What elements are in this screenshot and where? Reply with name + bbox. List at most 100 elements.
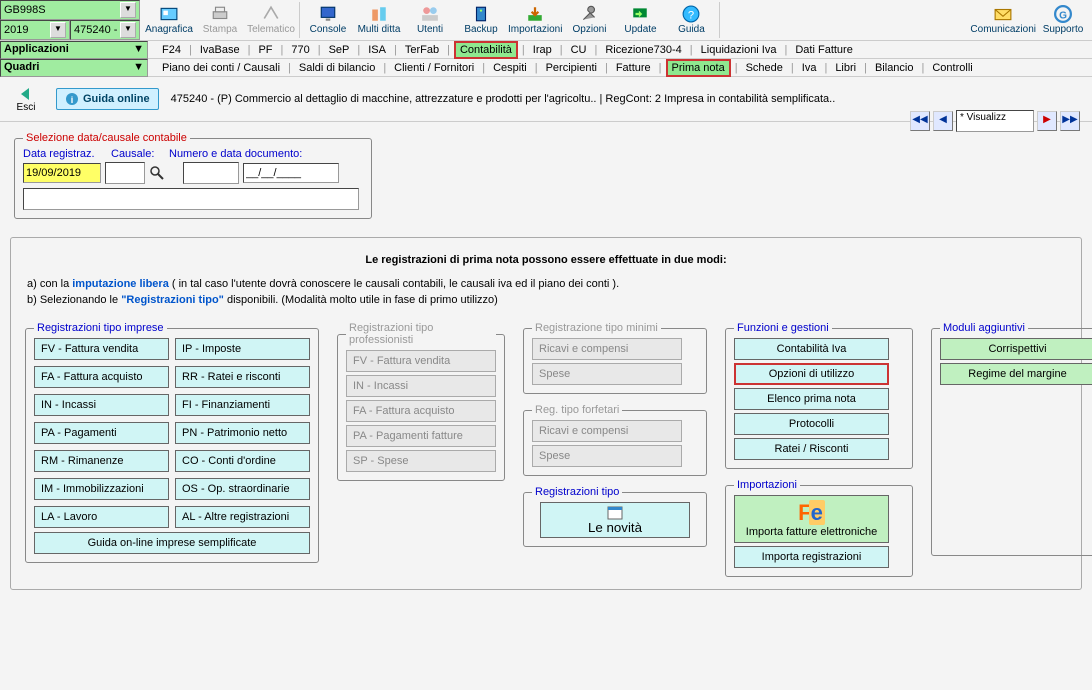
importa-fatture-button[interactable]: Fe Importa fatture elettroniche [734,495,889,543]
card-icon [160,5,178,23]
reg-imprese-button[interactable]: IM - Immobilizzazioni [34,478,169,500]
telematico-button[interactable]: Telematico [246,0,296,40]
quadri-label[interactable]: Quadri ▼ [0,59,148,77]
tab-ricezione730-4[interactable]: Ricezione730-4 [601,43,685,57]
reg-prof-button[interactable]: SP - Spese [346,450,496,472]
subtab-libri[interactable]: Libri [831,61,860,75]
reg-min-button[interactable]: Spese [532,445,682,467]
code-select[interactable]: 475240 - ▼ [70,20,140,40]
tab-pf[interactable]: PF [254,43,276,57]
subtab-controlli[interactable]: Controlli [928,61,976,75]
novita-button[interactable]: Le novità [540,502,690,538]
reg-prof-button[interactable]: IN - Incassi [346,375,496,397]
reg-forfetari-fieldset: Reg. tipo forfetari Ricavi e compensiSpe… [523,404,707,476]
supporto-button[interactable]: G Supporto [1038,0,1088,40]
funzioni-button[interactable]: Protocolli [734,413,889,435]
description-input[interactable] [23,188,359,210]
funzioni-button[interactable]: Ratei / Risconti [734,438,889,460]
reg-imprese-button[interactable]: RR - Ratei e risconti [175,366,310,388]
reg-min-button[interactable]: Ricavi e compensi [532,338,682,360]
nav-first-button[interactable]: ◀◀ [910,111,930,131]
tab-770[interactable]: 770 [287,43,313,57]
opzioni-label: Opzioni [573,24,607,35]
tab-dati-fatture[interactable]: Dati Fatture [791,43,856,57]
nav-last-button[interactable]: ▶▶ [1060,111,1080,131]
docnum-input[interactable] [183,162,239,184]
subtab-fatture[interactable]: Fatture [612,61,655,75]
tab-liquidazioni-iva[interactable]: Liquidazioni Iva [697,43,781,57]
guida-online-button[interactable]: i Guida online [56,88,159,110]
subtab-cespiti[interactable]: Cespiti [489,61,531,75]
backup-button[interactable]: Backup [456,0,506,40]
registrazioni-tipo-link[interactable]: "Registrazioni tipo" [121,294,224,306]
subtab-schede[interactable]: Schede [742,61,787,75]
reg-prof-button[interactable]: PA - Pagamenti fatture [346,425,496,447]
multiditta-button[interactable]: Multi ditta [354,0,404,40]
year-select[interactable]: 2019 ▼ [0,20,70,40]
nav-prev-button[interactable]: ◀ [933,111,953,131]
reg-imprese-button[interactable]: LA - Lavoro [34,506,169,528]
moduli-button[interactable]: Regime del margine [940,363,1092,385]
reg-imprese-button[interactable]: IP - Imposte [175,338,310,360]
reg-imprese-button[interactable]: FI - Finanziamenti [175,394,310,416]
imputazione-libera-link[interactable]: imputazione libera [72,278,169,290]
reg-imprese-button[interactable]: IN - Incassi [34,394,169,416]
funzioni-button[interactable]: Elenco prima nota [734,388,889,410]
subtab-prima-nota[interactable]: Prima nota [666,59,731,77]
server-icon [472,5,490,23]
guida-imprese-button[interactable]: Guida on-line imprese semplificate [34,532,310,554]
reg-imprese-button[interactable]: RM - Rimanenze [34,450,169,472]
buildings-icon [370,5,388,23]
moduli-button[interactable]: Corrispettivi [940,338,1092,360]
esci-button[interactable]: Esci [8,86,44,113]
subtab-saldi-di-bilancio[interactable]: Saldi di bilancio [295,61,379,75]
datareg-input[interactable] [23,163,101,183]
tab-isa[interactable]: ISA [364,43,390,57]
tab-sep[interactable]: SeP [325,43,354,57]
comunicazioni-button[interactable]: Comunicazioni [969,0,1037,40]
reg-imprese-button[interactable]: FA - Fattura acquisto [34,366,169,388]
company-select[interactable]: GB998S ▼ [0,0,140,20]
opzioni-button[interactable]: Opzioni [564,0,614,40]
docdate-input[interactable] [243,163,339,183]
causale-input[interactable] [105,162,145,184]
reg-min-button[interactable]: Ricavi e compensi [532,420,682,442]
importazioni-button[interactable]: Importazioni [507,0,563,40]
subtab-bilancio[interactable]: Bilancio [871,61,918,75]
utenti-button[interactable]: Utenti [405,0,455,40]
subtab-percipienti[interactable]: Percipienti [542,61,601,75]
reg-imprese-button[interactable]: PN - Patrimonio netto [175,422,310,444]
moduli-legend: Moduli aggiuntivi [940,322,1028,334]
importa-registrazioni-button[interactable]: Importa registrazioni [734,546,889,568]
anagrafica-button[interactable]: Anagrafica [144,0,194,40]
update-button[interactable]: Update [615,0,665,40]
tab-contabilit-[interactable]: Contabilità [454,41,518,59]
tab-f24[interactable]: F24 [158,43,185,57]
subtab-iva[interactable]: Iva [798,61,821,75]
reg-imprese-button[interactable]: CO - Conti d'ordine [175,450,310,472]
applicazioni-label[interactable]: Applicazioni ▼ [0,41,148,59]
tab-cu[interactable]: CU [567,43,591,57]
reg-imprese-button[interactable]: OS - Op. straordinarie [175,478,310,500]
funzioni-button[interactable]: Opzioni di utilizzo [734,363,889,385]
reg-imprese-button[interactable]: PA - Pagamenti [34,422,169,444]
funzioni-button[interactable]: Contabilità Iva [734,338,889,360]
nav-next-button[interactable]: ▶ [1037,111,1057,131]
wrench-icon [580,5,598,23]
reg-imprese-button[interactable]: FV - Fattura vendita [34,338,169,360]
tab-ivabase[interactable]: IvaBase [196,43,244,57]
subtab-piano-dei-conti-causali[interactable]: Piano dei conti / Causali [158,61,284,75]
reg-min-button[interactable]: Spese [532,363,682,385]
tab-terfab[interactable]: TerFab [401,43,443,57]
telematico-icon [262,5,280,23]
reg-prof-button[interactable]: FV - Fattura vendita [346,350,496,372]
search-causale-icon[interactable] [149,165,165,181]
console-button[interactable]: Console [303,0,353,40]
reg-prof-button[interactable]: FA - Fattura acquisto [346,400,496,422]
subtab-clienti-fornitori[interactable]: Clienti / Fornitori [390,61,478,75]
tab-irap[interactable]: Irap [529,43,556,57]
nav-display[interactable]: * Visualizz [956,110,1034,132]
reg-imprese-button[interactable]: AL - Altre registrazioni [175,506,310,528]
guida-button[interactable]: ? Guida [666,0,716,40]
stampa-button[interactable]: Stampa [195,0,245,40]
